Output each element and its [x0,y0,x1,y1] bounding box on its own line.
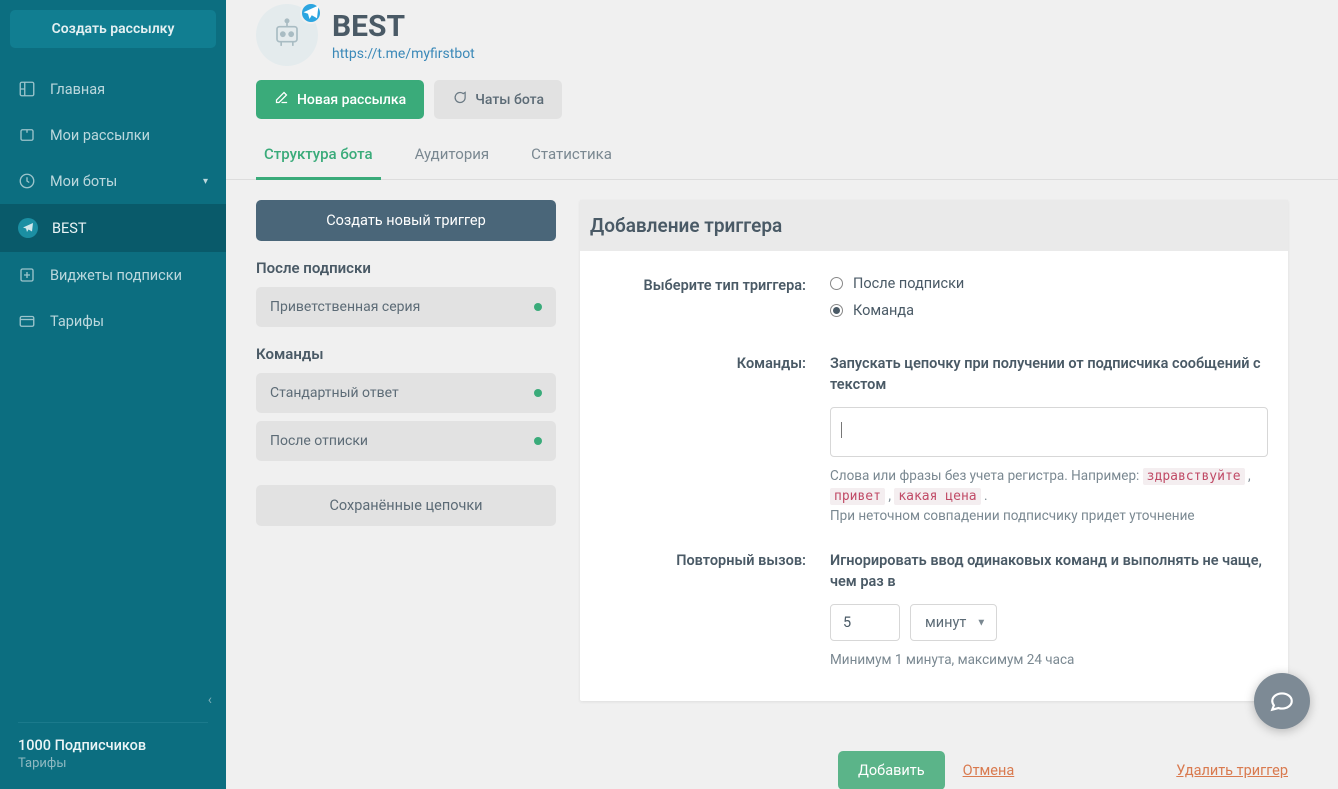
button-label: Новая рассылка [297,92,406,108]
sidebar: Создать рассылку Главная Мои рассылки Мо… [0,0,226,789]
bot-link[interactable]: https://t.me/myfirstbot [332,46,475,62]
tariffs-icon [18,312,36,330]
section-label-commands: Команды [256,345,556,363]
chevron-down-icon: ▼ [976,617,986,628]
tab-structure[interactable]: Структура бота [256,133,381,180]
sidebar-footer: 1000 Подписчиков Тарифы [0,729,226,789]
sidebar-item-bots[interactable]: Мои боты ▾ [0,158,226,204]
section-label-after-sub: После подписки [256,259,556,277]
create-mailing-button[interactable]: Создать рассылку [10,10,216,48]
bot-chats-button[interactable]: Чаты бота [434,80,562,119]
mailings-icon [18,126,36,144]
bot-item-icon [18,218,38,238]
sidebar-item-label: BEST [52,220,87,237]
commands-input[interactable] [830,407,1268,457]
trigger-item-label: После отписки [270,433,368,449]
status-dot-icon [534,437,542,445]
commands-help: Слова или фразы без учета регистра. Напр… [830,467,1268,526]
radio-label: После подписки [853,275,964,292]
example-code: привет [830,488,885,505]
form-footer: Добавить Отмена Удалить триггер [226,721,1338,789]
header: BEST https://t.me/myfirstbot [226,0,1338,80]
repeat-unit-select[interactable]: минут ▼ [910,604,997,641]
chat-icon [452,90,467,109]
radio-label: Команда [853,302,914,319]
home-icon [18,80,36,98]
cancel-link[interactable]: Отмена [963,762,1015,779]
sidebar-item-best[interactable]: BEST [0,204,226,252]
trigger-item[interactable]: После отписки [256,421,556,461]
sidebar-item-label: Главная [50,81,105,98]
select-value: минут [925,614,966,631]
bots-icon [18,172,36,190]
widgets-icon [18,266,36,284]
edit-icon [274,90,289,109]
help-fab-button[interactable] [1254,673,1310,729]
chevron-down-icon: ▾ [203,176,208,187]
trigger-form-panel: Добавление триггера Выберите тип триггер… [580,200,1288,701]
collapse-sidebar-button[interactable]: ‹ [0,684,226,716]
radio-after-subscription[interactable]: После подписки [830,275,1268,292]
bot-avatar [256,4,318,66]
repeat-label: Повторный вызов: [600,550,830,671]
status-dot-icon [534,303,542,311]
add-button[interactable]: Добавить [838,751,945,789]
example-code: какая цена [894,488,980,505]
main: BEST https://t.me/myfirstbot Новая рассы… [226,0,1338,789]
trigger-item-label: Стандартный ответ [270,385,399,401]
tariffs-link[interactable]: Тарифы [18,756,208,771]
example-code: здравствуйте [1143,468,1245,485]
button-label: Чаты бота [475,92,544,108]
telegram-badge-icon [300,2,322,24]
sidebar-item-home[interactable]: Главная [0,66,226,112]
repeat-value-input[interactable]: 5 [830,604,900,641]
sidebar-item-label: Виджеты подписки [50,267,182,284]
trigger-item-label: Приветственная серия [270,299,420,315]
new-mailing-button[interactable]: Новая рассылка [256,80,424,119]
repeat-description: Игнорировать ввод одинаковых команд и вы… [830,550,1268,592]
trigger-item[interactable]: Приветственная серия [256,287,556,327]
tab-stats[interactable]: Статистика [523,133,620,179]
trigger-list-column: Создать новый триггер После подписки При… [256,200,556,526]
saved-chains-button[interactable]: Сохранённые цепочки [256,485,556,526]
trigger-type-label: Выберите тип триггера: [600,275,830,329]
trigger-item[interactable]: Стандартный ответ [256,373,556,413]
panel-title: Добавление триггера [580,200,1288,251]
actions-bar: Новая рассылка Чаты бота [226,80,1338,133]
sidebar-item-widgets[interactable]: Виджеты подписки [0,252,226,298]
subscribers-count: 1000 Подписчиков [18,737,208,754]
commands-description: Запускать цепочку при получении от подпи… [830,353,1268,395]
status-dot-icon [534,389,542,397]
sidebar-item-label: Тарифы [50,313,104,330]
page-title: BEST [332,9,475,44]
radio-command[interactable]: Команда [830,302,1268,319]
radio-icon [830,277,843,290]
sidebar-item-tariffs[interactable]: Тарифы [0,298,226,344]
delete-trigger-link[interactable]: Удалить триггер [1176,762,1288,779]
radio-icon [830,304,843,317]
sidebar-item-label: Мои боты [50,173,117,190]
nav-list: Главная Мои рассылки Мои боты ▾ BEST Вид… [0,66,226,344]
repeat-help: Минимум 1 минута, максимум 24 часа [830,651,1268,671]
create-trigger-button[interactable]: Создать новый триггер [256,200,556,241]
commands-label: Команды: [600,353,830,526]
sidebar-item-mailings[interactable]: Мои рассылки [0,112,226,158]
tab-audience[interactable]: Аудитория [407,133,498,179]
sidebar-item-label: Мои рассылки [50,127,150,144]
tabs: Структура бота Аудитория Статистика [226,133,1338,180]
